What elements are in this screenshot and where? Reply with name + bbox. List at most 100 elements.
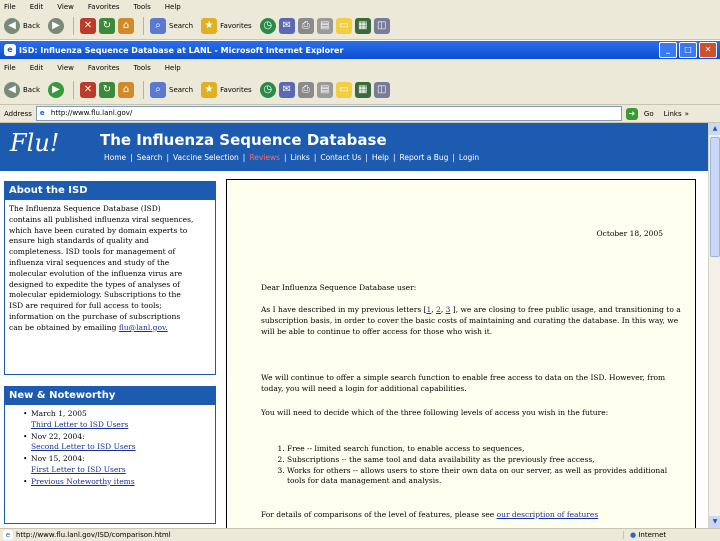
nav-home[interactable]: Home	[100, 153, 130, 162]
about-text: The Influenza Sequence Database (ISD) co…	[9, 204, 194, 332]
star-icon: ★	[201, 82, 218, 98]
nav-search[interactable]: Search	[133, 153, 167, 162]
nav-report-a-bug[interactable]: Report a Bug	[395, 153, 452, 162]
scroll-thumb[interactable]	[710, 137, 720, 257]
discuss-icon[interactable]: ▭	[335, 82, 352, 98]
features-link[interactable]: our description of features	[497, 510, 599, 519]
news-heading: New & Noteworthy	[5, 387, 215, 405]
print-icon[interactable]: ⎙	[297, 82, 314, 98]
toolbar: ◀ Back ▶ ✕ ↻ ⌂ ⌕ Search ★ Favorites ◷ ✉ ⎙ ▤…	[0, 76, 720, 105]
second-letter-link[interactable]: Second Letter to ISD Users	[31, 442, 136, 451]
list-item: Nov 22, 2004:Second Letter to ISD Users	[23, 432, 215, 454]
back-button[interactable]: ◀ Back	[4, 82, 40, 98]
list-item: Free -- limited search function, to enab…	[287, 444, 687, 455]
bg-favorites-button[interactable]: ★ Favorites	[201, 18, 252, 34]
bg-history-icon[interactable]: ◷	[259, 18, 276, 34]
menu-edit[interactable]: Edit	[30, 64, 44, 72]
letter-greeting: Dear Influenza Sequence Database user:	[261, 283, 417, 292]
letter-paragraph-1: As I have described in my previous lette…	[261, 305, 681, 336]
bg-menu-tools[interactable]: Tools	[134, 3, 151, 11]
bg-forward-icon[interactable]: ▶	[48, 18, 64, 34]
security-zone: ● Internet	[623, 531, 720, 539]
third-letter-link[interactable]: Third Letter to ISD Users	[31, 420, 128, 429]
ie-logo-icon: e	[4, 44, 16, 56]
ref-link-2[interactable]: 2	[436, 305, 441, 314]
bg-menu-file[interactable]: File	[4, 3, 16, 11]
list-item: Nov 15, 2004:First Letter to ISD Users	[23, 454, 215, 476]
edit-icon[interactable]: ▤	[316, 82, 333, 98]
nav-contact-us[interactable]: Contact Us	[316, 153, 365, 162]
bg-print-icon[interactable]: ⎙	[297, 18, 314, 34]
chevron-icon[interactable]: »	[685, 110, 689, 118]
previous-items-link[interactable]: Previous Noteworthy items	[31, 477, 135, 486]
first-letter-link[interactable]: First Letter to ISD Users	[31, 465, 126, 474]
globe-icon: ●	[630, 531, 637, 539]
back-arrow-icon: ◀	[4, 18, 20, 34]
forward-icon[interactable]: ▶	[48, 82, 64, 98]
access-options-list: Free -- limited search function, to enab…	[273, 444, 687, 487]
nav-links[interactable]: Links	[287, 153, 314, 162]
address-label: Address	[4, 109, 32, 118]
bg-back-button[interactable]: ◀ Back	[4, 18, 40, 34]
menu-file[interactable]: File	[4, 64, 16, 72]
menu-tools[interactable]: Tools	[134, 64, 151, 72]
page-content: Flu! The Influenza Sequence Database Hom…	[0, 123, 708, 528]
nav-reviews[interactable]: Reviews	[245, 153, 284, 162]
address-input[interactable]: http://www.flu.lanl.gov/	[35, 106, 622, 121]
bg-discuss-icon[interactable]: ▭	[335, 18, 352, 34]
scroll-up-icon[interactable]: ▲	[709, 123, 720, 135]
list-item: Subscriptions -- the same tool and data …	[287, 455, 687, 466]
go-arrow-icon[interactable]: ➜	[625, 107, 638, 120]
nav-login[interactable]: Login	[455, 153, 483, 162]
site-title: The Influenza Sequence Database	[100, 131, 387, 149]
bg-menu-help[interactable]: Help	[165, 3, 181, 11]
bg-stop-icon[interactable]: ✕	[80, 18, 96, 34]
vertical-scrollbar[interactable]: ▲ ▼	[708, 123, 720, 528]
ref-link-3[interactable]: 3	[446, 305, 451, 314]
menu-help[interactable]: Help	[165, 64, 181, 72]
refresh-icon[interactable]: ↻	[99, 82, 115, 98]
nav-help[interactable]: Help	[368, 153, 393, 162]
bg-edit-icon[interactable]: ▤	[316, 18, 333, 34]
search-button[interactable]: ⌕ Search	[150, 82, 193, 98]
window-title-bar[interactable]: e ISD: Influenza Sequence Database at LA…	[0, 41, 720, 59]
bg-menu-bar: File Edit View Favorites Tools Help	[0, 0, 720, 13]
close-button[interactable]: ✕	[699, 42, 717, 58]
maximize-button[interactable]: □	[679, 42, 697, 58]
minimize-button[interactable]: _	[659, 42, 677, 58]
bg-home-icon[interactable]: ⌂	[118, 18, 134, 34]
bg-search-button[interactable]: ⌕ Search	[150, 18, 193, 34]
research-icon[interactable]: ◫	[373, 82, 390, 98]
back-arrow-icon: ◀	[4, 82, 20, 98]
stop-icon[interactable]: ✕	[80, 82, 96, 98]
window-title: ISD: Influenza Sequence Database at LANL…	[19, 45, 344, 55]
menu-favorites[interactable]: Favorites	[88, 64, 120, 72]
ref-link-1[interactable]: 1	[427, 305, 432, 314]
history-icon[interactable]: ◷	[259, 82, 276, 98]
bg-mail-icon[interactable]: ✉	[278, 18, 295, 34]
bg-refresh-icon[interactable]: ↻	[99, 18, 115, 34]
home-icon[interactable]: ⌂	[118, 82, 134, 98]
bg-menu-view[interactable]: View	[57, 3, 74, 11]
bg-menu-edit[interactable]: Edit	[30, 3, 44, 11]
site-logo[interactable]: Flu!	[10, 129, 59, 157]
page-icon: e	[3, 530, 13, 540]
search-icon: ⌕	[150, 18, 166, 34]
bg-menu-favorites[interactable]: Favorites	[88, 3, 120, 11]
news-list: March 1, 2005Third Letter to ISD Users N…	[5, 405, 215, 488]
go-button[interactable]: Go	[644, 110, 654, 118]
letter-date: October 18, 2005	[596, 229, 664, 238]
messenger-icon[interactable]: ▦	[354, 82, 371, 98]
links-button[interactable]: Links	[664, 110, 682, 118]
bg-research-icon[interactable]: ◫	[373, 18, 390, 34]
email-link[interactable]: flu@lanl.gov.	[119, 323, 168, 332]
mail-icon[interactable]: ✉	[278, 82, 295, 98]
nav-vaccine-selection[interactable]: Vaccine Selection	[169, 153, 243, 162]
letter-panel: October 18, 2005 Dear Influenza Sequence…	[226, 179, 696, 528]
menu-view[interactable]: View	[57, 64, 74, 72]
scroll-down-icon[interactable]: ▼	[709, 516, 720, 528]
about-heading: About the ISD	[5, 182, 215, 200]
favorites-button[interactable]: ★ Favorites	[201, 82, 252, 98]
bg-toolbar: ◀ Back ▶ ✕ ↻ ⌂ ⌕ Search ★ Favorites ◷ ✉ ⎙ ▤…	[0, 13, 720, 40]
bg-messenger-icon[interactable]: ▦	[354, 18, 371, 34]
